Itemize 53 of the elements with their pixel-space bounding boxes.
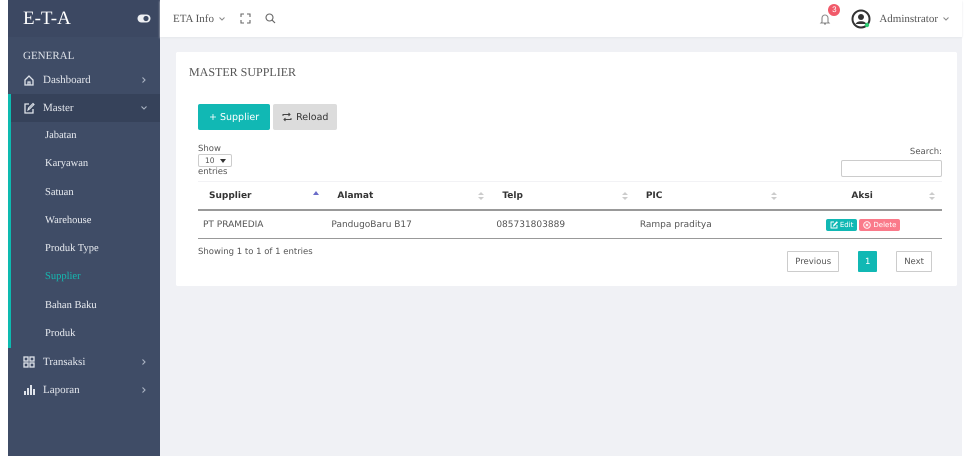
submenu-item[interactable]: Jabatan: [11, 122, 160, 150]
show-label: Show: [198, 144, 221, 154]
submenu-item[interactable]: Karyawan: [11, 150, 160, 179]
home-icon: [23, 74, 35, 86]
table-cell: PT PRAMEDIA: [203, 220, 264, 230]
submenu-item[interactable]: Produk Type: [11, 235, 160, 264]
chevron-down-icon: [140, 104, 148, 112]
submenu-item[interactable]: Warehouse: [11, 206, 160, 236]
page-title: MASTER SUPPLIER: [189, 65, 298, 80]
table-cell: Rampa praditya: [640, 220, 712, 230]
dropdown-menu[interactable]: ETA Info: [173, 12, 226, 24]
table-cell: 085731803889: [496, 220, 566, 230]
submenu-item[interactable]: Bahan Baku: [11, 292, 160, 320]
reload-button[interactable]: Reload: [273, 104, 338, 130]
table-info: Showing 1 to 1 of 1 entries: [198, 247, 313, 259]
edit-icon: [23, 102, 35, 114]
submenu-item[interactable]: Produk: [11, 320, 160, 348]
sidebar-item[interactable]: Master: [11, 94, 160, 122]
chevron-right-icon: [140, 358, 148, 366]
chevron-right-icon: [140, 386, 148, 394]
dropdown-arrow-icon: [220, 158, 226, 162]
brand-logo: E-T-A: [23, 8, 71, 30]
bar-chart-icon: [23, 384, 35, 396]
submenu-item[interactable]: Satuan: [11, 178, 160, 207]
chevron-right-icon: [140, 76, 148, 84]
bell-icon: [819, 12, 832, 24]
chevron-down-icon: [218, 14, 226, 22]
x-circle-icon: [863, 220, 872, 228]
edit-icon: [830, 220, 838, 228]
search-label: Search:: [910, 147, 942, 157]
column-header[interactable]: Supplier: [209, 190, 252, 200]
fullscreen-icon: [240, 13, 251, 24]
column-header[interactable]: Aksi: [851, 190, 873, 200]
chevron-down-icon: [942, 14, 950, 22]
grid-icon: [23, 356, 35, 368]
entries-label: entries: [198, 167, 228, 177]
notification-badge: 3: [828, 4, 840, 16]
column-header[interactable]: Telp: [502, 190, 523, 200]
avatar-icon: [851, 8, 872, 28]
section-label: GENERAL: [22, 49, 76, 64]
refresh-icon: [282, 112, 292, 122]
previous-button[interactable]: Previous: [787, 251, 840, 272]
table-cell: PandugoBaru B17: [331, 220, 412, 230]
column-header[interactable]: Alamat: [337, 190, 374, 200]
sidebar-item[interactable]: Laporan: [8, 376, 160, 404]
search-icon: [264, 13, 276, 24]
sidebar-item[interactable]: Transaksi: [8, 348, 160, 376]
toggle-icon: [137, 14, 151, 23]
user-menu[interactable]: Adminstrator: [879, 12, 950, 24]
search-field[interactable]: [841, 160, 942, 177]
next-button[interactable]: Next: [896, 251, 932, 272]
column-header[interactable]: PIC: [646, 190, 662, 200]
sidebar-item[interactable]: Dashboard: [8, 66, 160, 94]
